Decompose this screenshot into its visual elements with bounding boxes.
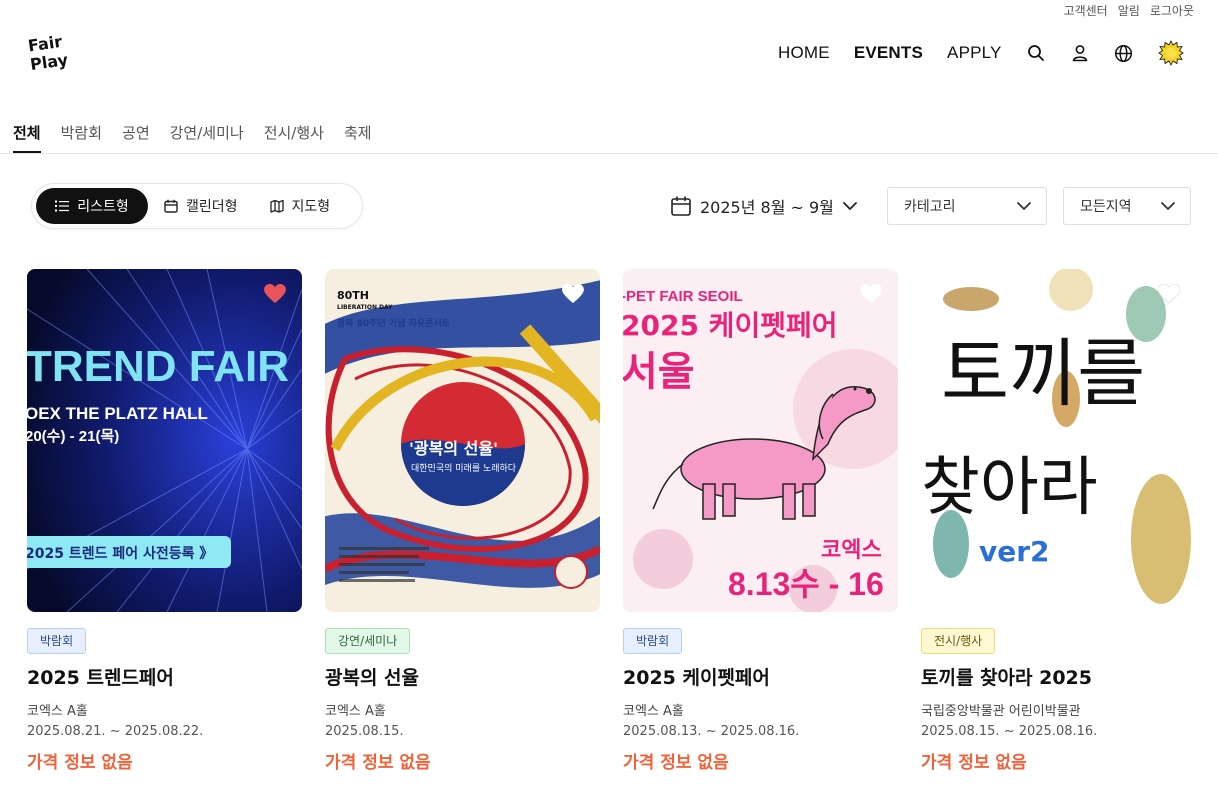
- event-card[interactable]: 토끼를 찾아라 ver2 전시/행사 토끼를 찾아라 2025 국립중앙박물관 …: [921, 269, 1196, 773]
- calendar-view-button[interactable]: 캘린더형: [148, 188, 254, 224]
- calendar-view-label: 캘린더형: [186, 199, 238, 215]
- poster-line: LIBERATION DAY: [337, 304, 393, 311]
- event-title[interactable]: 2025 트렌드페어: [27, 663, 302, 690]
- event-price: 가격 정보 없음: [27, 753, 133, 773]
- logout-link[interactable]: 로그아웃: [1150, 2, 1194, 19]
- category-tabs: 전체 박람회 공연 강연/세미나 전시/행사 축제: [13, 122, 392, 153]
- event-poster[interactable]: 80TH LIBERATION DAY 광복 80주년 기념 자유콘서트 '광복…: [325, 269, 600, 612]
- poster-headline: '광복의 선율': [409, 439, 498, 458]
- tab-festival[interactable]: 축제: [344, 122, 372, 153]
- calendar-icon: [671, 196, 691, 216]
- utility-bar: 고객센터 알림 로그아웃: [1064, 2, 1194, 19]
- tab-all[interactable]: 전체: [13, 122, 41, 153]
- event-card[interactable]: TREND FAIR OEX THE PLATZ HALL 20(수) - 21…: [27, 269, 302, 773]
- tab-seminar[interactable]: 강연/세미나: [170, 122, 244, 153]
- event-dates: 2025.08.21. ~ 2025.08.22.: [27, 724, 204, 739]
- event-venue: 국립중앙박물관 어린이박물관: [921, 704, 1081, 719]
- sun-avatar-icon[interactable]: [1157, 40, 1184, 66]
- date-range-filter[interactable]: 2025년 8월 ~ 9월: [670, 194, 858, 218]
- event-title[interactable]: 광복의 선율: [325, 663, 600, 690]
- poster-line: 코엑스: [821, 538, 882, 563]
- event-price: 가격 정보 없음: [623, 753, 729, 773]
- nav-events[interactable]: EVENTS: [854, 43, 923, 63]
- poster-line: 대한민국의 미래를 노래하다: [411, 463, 517, 474]
- poster-line: 8.13수 - 16: [728, 566, 884, 602]
- tab-exhibition[interactable]: 전시/행사: [264, 122, 324, 153]
- poster-line: 80TH: [337, 289, 369, 302]
- tab-expo[interactable]: 박람회: [61, 122, 102, 153]
- event-price: 가격 정보 없음: [325, 753, 431, 773]
- map-view-button[interactable]: 지도형: [254, 188, 347, 224]
- category-badge: 박람회: [623, 628, 683, 654]
- chevron-down-icon: [1161, 202, 1175, 210]
- category-select-label: 카테고리: [904, 199, 956, 215]
- poster-line: 광복 80주년 기념 자유콘서트: [337, 317, 451, 329]
- poster-headline: 2025 케이펫페어: [623, 309, 837, 342]
- event-price: 가격 정보 없음: [921, 753, 1027, 773]
- event-poster[interactable]: -PET FAIR SEOIL 2025 케이펫페어 서울 코엑스 8.13수 …: [623, 269, 898, 612]
- list-view-button[interactable]: 리스트형: [36, 188, 148, 224]
- event-dates: 2025.08.13. ~ 2025.08.16.: [623, 724, 800, 739]
- user-icon[interactable]: [1070, 43, 1090, 63]
- heart-icon[interactable]: [860, 284, 882, 304]
- tabs-divider: [0, 153, 1218, 154]
- event-card[interactable]: -PET FAIR SEOIL 2025 케이펫페어 서울 코엑스 8.13수 …: [623, 269, 898, 773]
- category-badge: 박람회: [27, 628, 87, 654]
- map-icon: [269, 199, 284, 213]
- heart-icon[interactable]: [562, 284, 584, 304]
- calendar-icon: [164, 199, 178, 213]
- region-select[interactable]: 모든지역: [1063, 187, 1191, 225]
- category-select[interactable]: 카테고리: [887, 187, 1047, 225]
- globe-icon[interactable]: [1114, 43, 1134, 63]
- list-icon: [55, 200, 70, 212]
- trend-fair-poster-image: TREND FAIR OEX THE PLATZ HALL 20(수) - 21…: [27, 269, 302, 612]
- event-title[interactable]: 2025 케이펫페어: [623, 663, 898, 690]
- poster-line: 20(수) - 21(목): [27, 428, 119, 445]
- event-poster[interactable]: 토끼를 찾아라 ver2: [921, 269, 1196, 612]
- event-poster[interactable]: TREND FAIR OEX THE PLATZ HALL 20(수) - 21…: [27, 269, 302, 612]
- event-venue: 코엑스 A홀: [623, 704, 684, 719]
- poster-line: -PET FAIR SEOIL: [623, 288, 743, 305]
- poster-headline: TREND FAIR: [27, 342, 289, 391]
- find-rabbit-poster-image: 토끼를 찾아라 ver2: [921, 269, 1196, 612]
- event-title[interactable]: 토끼를 찾아라 2025: [921, 663, 1196, 690]
- category-badge: 전시/행사: [921, 628, 996, 654]
- search-icon[interactable]: [1026, 43, 1046, 63]
- category-badge: 강연/세미나: [325, 628, 411, 654]
- event-venue: 코엑스 A홀: [27, 704, 88, 719]
- fairplay-logo[interactable]: Fair Play: [26, 32, 72, 72]
- region-select-label: 모든지역: [1080, 199, 1132, 215]
- liberation-concert-poster-image: 80TH LIBERATION DAY 광복 80주년 기념 자유콘서트 '광복…: [325, 269, 600, 612]
- poster-line: 서울: [623, 349, 695, 395]
- kpet-fair-poster-image: -PET FAIR SEOIL 2025 케이펫페어 서울 코엑스 8.13수 …: [623, 269, 898, 612]
- chevron-down-icon: [843, 202, 857, 210]
- event-card[interactable]: 80TH LIBERATION DAY 광복 80주년 기념 자유콘서트 '광복…: [325, 269, 600, 773]
- nav-home[interactable]: HOME: [778, 43, 830, 63]
- event-dates: 2025.08.15. ~ 2025.08.16.: [921, 724, 1098, 739]
- event-dates: 2025.08.15.: [325, 724, 404, 739]
- date-range-label: 2025년 8월 ~ 9월: [700, 198, 834, 217]
- heart-icon[interactable]: [264, 284, 286, 304]
- alerts-link[interactable]: 알림: [1118, 2, 1140, 19]
- poster-line: 2025 트렌드 페어 사전등록 》: [27, 545, 213, 562]
- heart-icon[interactable]: [1158, 284, 1180, 304]
- list-view-label: 리스트형: [77, 199, 129, 215]
- poster-headline: 토끼를: [941, 331, 1145, 417]
- main-nav: HOME EVENTS APPLY: [778, 40, 1208, 66]
- tab-performance[interactable]: 공연: [122, 122, 150, 153]
- poster-line: OEX THE PLATZ HALL: [27, 404, 208, 423]
- chevron-down-icon: [1017, 202, 1031, 210]
- map-view-label: 지도형: [291, 199, 331, 215]
- view-toggle: 리스트형 캘린더형 지도형: [31, 183, 363, 229]
- event-venue: 코엑스 A홀: [325, 704, 386, 719]
- help-center-link[interactable]: 고객센터: [1064, 2, 1108, 19]
- poster-line: 찾아라: [921, 451, 1098, 525]
- poster-line: ver2: [979, 535, 1050, 568]
- nav-apply[interactable]: APPLY: [947, 43, 1002, 63]
